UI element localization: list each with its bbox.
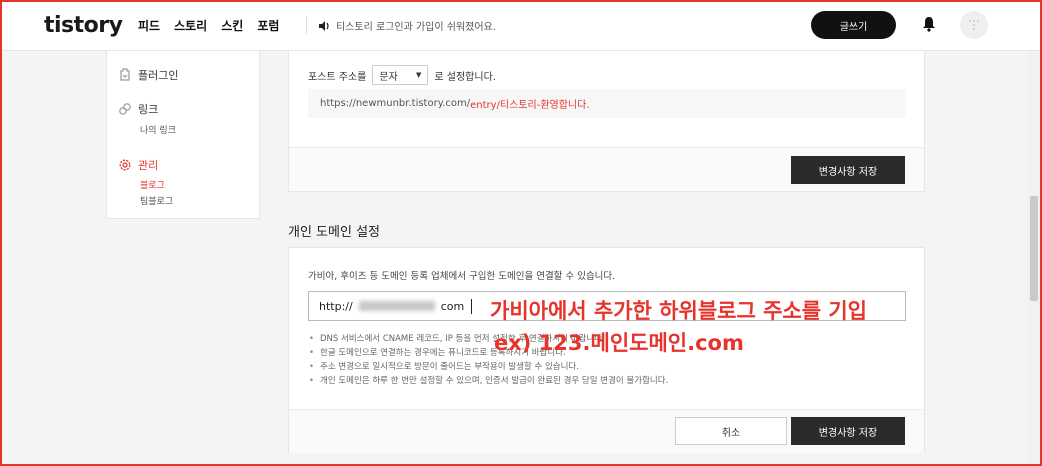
note-item: 개인 도메인은 하루 한 번만 설정할 수 있으며, 인증서 발급이 완료된 경… — [309, 374, 668, 388]
annotation-line-1: 가비아에서 추가한 하위블로그 주소를 기입 — [490, 299, 868, 323]
nav-item-skin[interactable]: 스킨 — [221, 17, 243, 34]
link-icon — [119, 103, 131, 115]
url-highlight: entry/티스토리-환영합니다. — [470, 100, 590, 111]
sidebar-item-link[interactable]: 링크 — [118, 101, 158, 117]
sidebar-item-label: 링크 — [138, 103, 159, 116]
post-address-suffix: 로 설정합니다. — [434, 71, 496, 83]
post-address-select[interactable]: 문자 ▼ — [372, 65, 429, 85]
nav-item-feed[interactable]: 피드 — [138, 17, 160, 34]
avatar[interactable] — [960, 11, 988, 39]
bell-icon[interactable] — [922, 16, 936, 32]
notice-banner[interactable]: 티스토리 로그인과 가입이 쉬워졌어요. — [319, 18, 496, 33]
post-address-row: 포스트 주소를 문자 ▼ 로 설정합니다. — [308, 65, 496, 85]
save-changes-button[interactable]: 변경사항 저장 — [791, 417, 905, 445]
nav-divider — [306, 16, 307, 34]
note-item: 주소 변경으로 일시적으로 방문이 줄어드는 부작용이 발생할 수 있습니다. — [309, 360, 668, 374]
write-button[interactable]: 글쓰기 — [811, 11, 896, 39]
speaker-icon — [319, 20, 329, 31]
select-value: 문자 — [379, 71, 398, 83]
post-address-panel: 포스트 주소를 문자 ▼ 로 설정합니다. https://newmunbr.t… — [288, 51, 925, 192]
scroll-thumb[interactable] — [1030, 196, 1038, 301]
page-bottom — [288, 453, 925, 464]
notice-text: 티스토리 로그인과 가입이 쉬워졌어요. — [336, 22, 496, 33]
caret-down-icon: ▼ — [416, 71, 422, 79]
sidebar-item-label: 플러그인 — [138, 69, 179, 82]
url-base: https://newmunbr.tistory.com/ — [320, 98, 471, 109]
sidebar-item-plugin[interactable]: 플러그인 — [118, 67, 178, 83]
text-caret — [471, 298, 473, 314]
domain-description: 가비아, 후이즈 등 도메인 등록 업체에서 구입한 도메인을 연결할 수 있습… — [308, 271, 616, 282]
post-address-footer: 변경사항 저장 — [289, 147, 924, 191]
sidebar-item-manage[interactable]: 관리 — [118, 157, 158, 173]
domain-section-title: 개인 도메인 설정 — [288, 225, 380, 240]
domain-input-prefix: http:// — [319, 299, 353, 313]
plugin-icon — [120, 68, 130, 81]
annotation-line-2: ex) 123.메인도메인.com — [494, 331, 744, 355]
sidebar-subitem-blog[interactable]: 블로그 — [140, 178, 165, 191]
post-url-preview: https://newmunbr.tistory.com/entry/티스토리-… — [308, 89, 906, 118]
tistory-logo[interactable]: tistory — [44, 13, 123, 38]
sidebar-subitem-team-blog[interactable]: 팀블로그 — [140, 194, 173, 207]
domain-input-suffix: com — [440, 299, 465, 313]
main-nav: 피드 스토리 스킨 포럼 — [138, 17, 279, 34]
nav-item-story[interactable]: 스토리 — [174, 17, 207, 34]
gear-icon — [119, 159, 131, 171]
settings-sidebar: 플러그인 링크 나의 링크 관리 블로그 팀블로그 — [106, 51, 260, 219]
sidebar-item-label: 관리 — [138, 159, 159, 172]
page-scrollbar[interactable] — [1028, 51, 1040, 464]
top-header: tistory 피드 스토리 스킨 포럼 티스토리 로그인과 가입이 쉬워졌어요… — [0, 0, 1042, 51]
save-changes-button[interactable]: 변경사항 저장 — [791, 156, 905, 184]
blurred-domain-text — [358, 301, 435, 311]
nav-item-forum[interactable]: 포럼 — [257, 17, 279, 34]
post-address-label: 포스트 주소를 — [308, 71, 367, 83]
domain-footer: 취소 변경사항 저장 — [289, 409, 924, 453]
avatar-dots-icon — [969, 20, 979, 30]
sidebar-subitem-my-link[interactable]: 나의 링크 — [140, 123, 176, 136]
cancel-button[interactable]: 취소 — [675, 417, 787, 445]
